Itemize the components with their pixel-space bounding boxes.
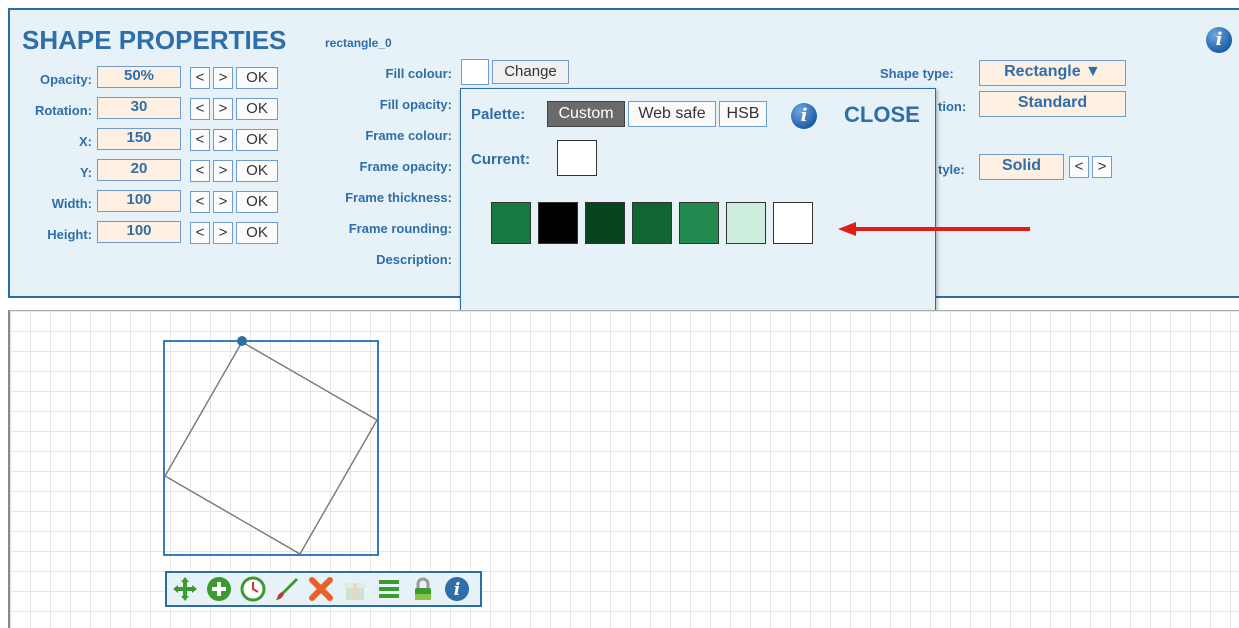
y-ok-button[interactable]: OK bbox=[236, 160, 278, 182]
width-prev-button[interactable]: < bbox=[190, 191, 210, 213]
fill-colour-swatch[interactable] bbox=[461, 59, 489, 85]
height-prev-button[interactable]: < bbox=[190, 222, 210, 244]
brush-icon[interactable] bbox=[273, 575, 301, 603]
width-input[interactable]: 100 bbox=[97, 190, 181, 212]
lock-icon[interactable] bbox=[409, 575, 437, 603]
x-input[interactable]: 150 bbox=[97, 128, 181, 150]
height-ok-button[interactable]: OK bbox=[236, 222, 278, 244]
current-label: Current: bbox=[471, 151, 531, 168]
partial-label-1: tion: bbox=[938, 99, 967, 114]
shape-toolbar: i bbox=[165, 571, 482, 607]
rotation-handle[interactable] bbox=[237, 336, 247, 346]
rotation-next-button[interactable]: > bbox=[213, 98, 233, 120]
red-arrow-icon bbox=[838, 222, 1030, 236]
menu-icon[interactable] bbox=[375, 575, 403, 603]
tab-custom[interactable]: Custom bbox=[547, 101, 625, 127]
opacity-input[interactable]: 50% bbox=[97, 66, 181, 88]
height-label: Height: bbox=[47, 227, 92, 242]
y-prev-button[interactable]: < bbox=[190, 160, 210, 182]
description-label: Description: bbox=[376, 252, 452, 267]
rotation-input[interactable]: 30 bbox=[97, 97, 181, 119]
current-colour-swatch bbox=[557, 140, 597, 176]
y-input[interactable]: 20 bbox=[97, 159, 181, 181]
page: SHAPE PROPERTIES rectangle_0 i Opacity: 5… bbox=[0, 0, 1239, 628]
width-ok-button[interactable]: OK bbox=[236, 191, 278, 213]
info-icon[interactable]: i bbox=[791, 103, 817, 129]
rotation-label: Rotation: bbox=[34, 103, 92, 118]
palette-swatch[interactable] bbox=[491, 202, 531, 244]
opacity-ok-button[interactable]: OK bbox=[236, 67, 278, 89]
palette-swatch[interactable] bbox=[726, 202, 766, 244]
close-button[interactable]: CLOSE bbox=[844, 102, 920, 128]
height-next-button[interactable]: > bbox=[213, 222, 233, 244]
info-icon[interactable]: i bbox=[443, 575, 471, 603]
clock-icon[interactable] bbox=[239, 575, 267, 603]
change-button[interactable]: Change bbox=[492, 60, 569, 84]
frame-opacity-label: Frame opacity: bbox=[359, 159, 452, 174]
x-label: X: bbox=[79, 134, 92, 149]
height-input[interactable]: 100 bbox=[97, 221, 181, 243]
opacity-label: Opacity: bbox=[39, 72, 92, 87]
rotated-rectangle-shape[interactable] bbox=[163, 340, 379, 556]
panel-title: SHAPE PROPERTIES bbox=[22, 25, 287, 55]
frame-thickness-label: Frame thickness: bbox=[345, 190, 452, 205]
info-icon[interactable]: i bbox=[1206, 27, 1232, 53]
rotation-ok-button[interactable]: OK bbox=[236, 98, 278, 120]
palette-swatch[interactable] bbox=[585, 202, 625, 244]
style-next-button[interactable]: > bbox=[1092, 156, 1112, 178]
tab-hsb[interactable]: HSB bbox=[719, 101, 767, 127]
fill-opacity-label: Fill opacity: bbox=[379, 97, 452, 112]
shape-type-select[interactable]: Rectangle ▼ bbox=[979, 60, 1126, 86]
frame-rounding-label: Frame rounding: bbox=[348, 221, 452, 236]
svg-text:i: i bbox=[454, 580, 460, 600]
palette-swatch[interactable] bbox=[679, 202, 719, 244]
width-next-button[interactable]: > bbox=[213, 191, 233, 213]
frame-style-value[interactable]: Solid bbox=[979, 154, 1064, 180]
delete-icon[interactable] bbox=[307, 575, 335, 603]
opacity-prev-button[interactable]: < bbox=[190, 67, 210, 89]
x-ok-button[interactable]: OK bbox=[236, 129, 278, 151]
shape-type-label: Shape type: bbox=[880, 66, 954, 81]
tab-web-safe[interactable]: Web safe bbox=[628, 101, 716, 127]
x-prev-button[interactable]: < bbox=[190, 129, 210, 151]
rotation-prev-button[interactable]: < bbox=[190, 98, 210, 120]
move-icon[interactable] bbox=[171, 575, 199, 603]
frame-colour-label: Frame colour: bbox=[365, 128, 452, 143]
standard-select[interactable]: Standard bbox=[979, 91, 1126, 117]
opacity-next-button[interactable]: > bbox=[213, 67, 233, 89]
x-next-button[interactable]: > bbox=[213, 129, 233, 151]
add-icon[interactable] bbox=[205, 575, 233, 603]
gift-icon[interactable] bbox=[341, 575, 369, 603]
width-label: Width: bbox=[51, 196, 92, 211]
fill-colour-label: Fill colour: bbox=[385, 66, 452, 81]
palette-label: Palette: bbox=[471, 106, 526, 123]
palette-swatch[interactable] bbox=[632, 202, 672, 244]
palette-swatch[interactable] bbox=[773, 202, 813, 244]
y-next-button[interactable]: > bbox=[213, 160, 233, 182]
y-label: Y: bbox=[79, 165, 92, 180]
partial-label-2: tyle: bbox=[938, 162, 965, 177]
style-prev-button[interactable]: < bbox=[1069, 156, 1089, 178]
palette-swatch[interactable] bbox=[538, 202, 578, 244]
shape-id-label: rectangle_0 bbox=[325, 36, 392, 50]
